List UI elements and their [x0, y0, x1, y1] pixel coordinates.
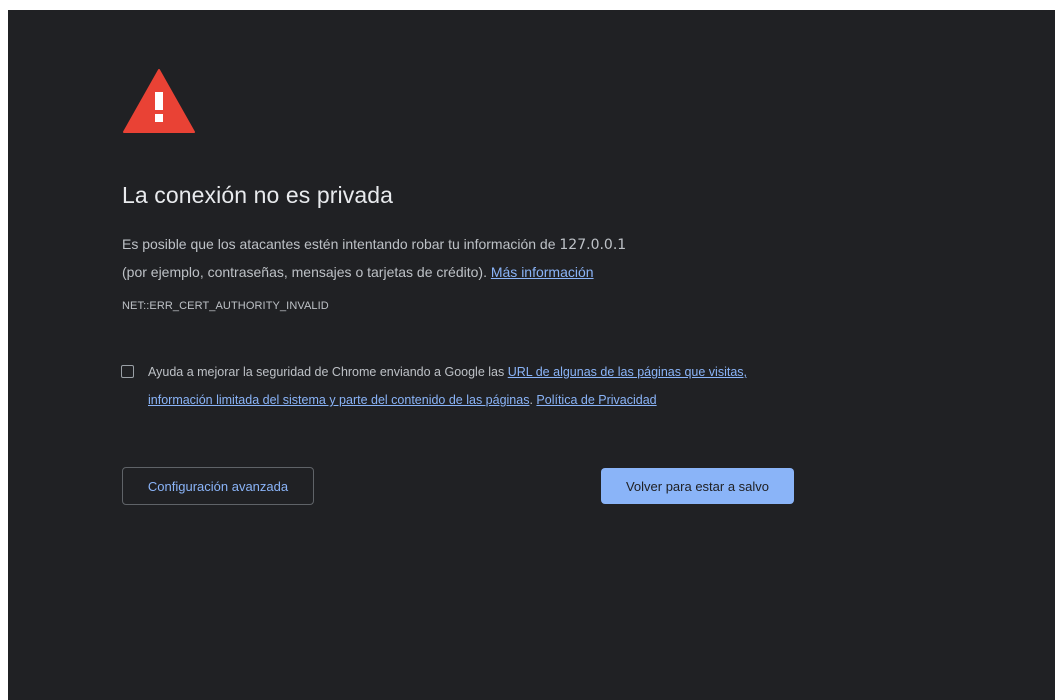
page-title: La conexión no es privada — [122, 182, 394, 208]
description-text-2: (por ejemplo, contraseñas, mensajes o ta… — [122, 264, 487, 280]
warning-triangle-icon — [123, 69, 195, 133]
back-to-safety-button[interactable]: Volver para estar a salvo — [601, 468, 794, 504]
host-name: 127.0.0.1 — [559, 237, 627, 253]
description-text: Es posible que los atacantes estén inten… — [122, 236, 560, 252]
optin-label: Ayuda a mejorar la seguridad de Chrome e… — [148, 365, 508, 379]
optin-text: Ayuda a mejorar la seguridad de Chrome e… — [148, 358, 808, 414]
more-info-link[interactable]: Más información — [491, 264, 594, 280]
error-code: NET::ERR_CERT_AUTHORITY_INVALID — [122, 300, 329, 312]
advanced-button[interactable]: Configuración avanzada — [122, 467, 314, 505]
interstitial-page: La conexión no es privada Es posible que… — [8, 10, 1055, 700]
safe-browsing-optin-checkbox[interactable] — [121, 365, 134, 378]
privacy-policy-link[interactable]: Política de Privacidad — [536, 393, 656, 407]
error-description: Es posible que los atacantes estén inten… — [122, 231, 822, 286]
